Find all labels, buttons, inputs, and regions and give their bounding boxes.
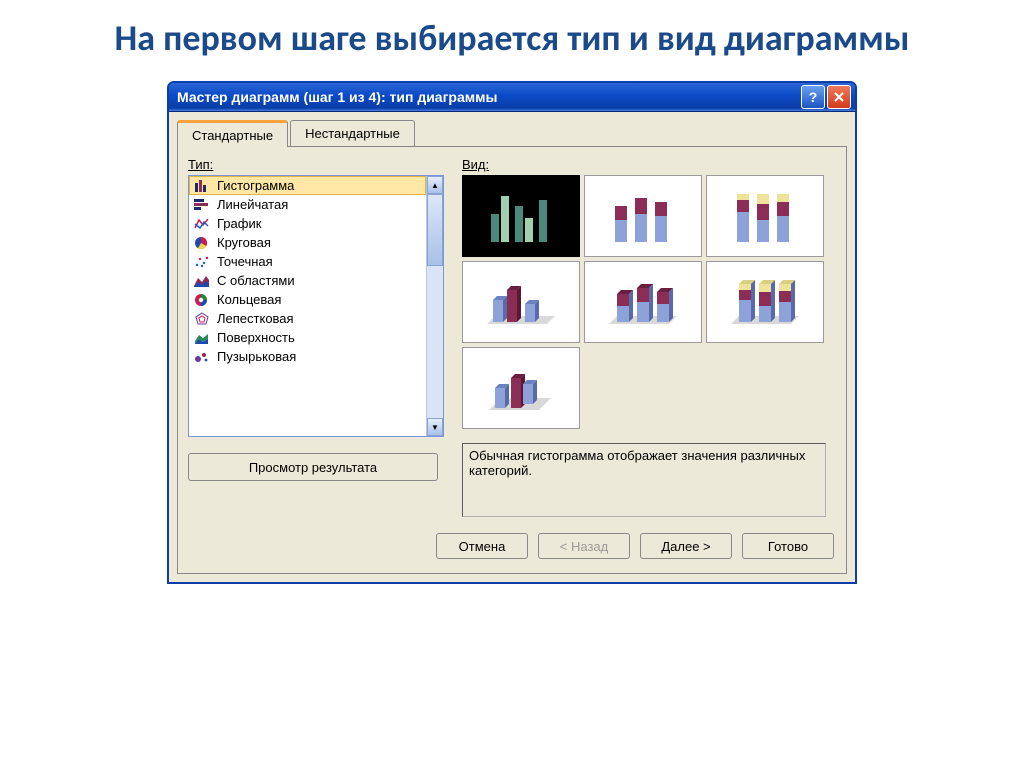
type-item-label: Круговая: [217, 235, 271, 250]
preview-result-button[interactable]: Просмотр результата: [188, 453, 438, 481]
radar-icon: [193, 311, 211, 326]
subtype-description: Обычная гистограмма отображает значения …: [462, 443, 826, 517]
type-label: Тип:: [188, 157, 444, 172]
type-item-area[interactable]: С областями: [189, 271, 426, 290]
tab-standard[interactable]: Стандартные: [177, 120, 288, 147]
finish-button[interactable]: Готово: [742, 533, 834, 559]
pie-icon: [193, 235, 211, 250]
type-item-label: Кольцевая: [217, 292, 281, 307]
scroll-track[interactable]: [427, 266, 443, 418]
surface-icon: [193, 330, 211, 345]
close-icon: [833, 91, 845, 103]
type-item-doughnut[interactable]: Кольцевая: [189, 290, 426, 309]
titlebar[interactable]: Мастер диаграмм (шаг 1 из 4): тип диагра…: [169, 83, 855, 112]
next-button[interactable]: Далее >: [640, 533, 732, 559]
bubble-icon: [193, 349, 211, 364]
close-button[interactable]: [827, 85, 851, 109]
type-item-label: С областями: [217, 273, 295, 288]
type-item-label: Линейчатая: [217, 197, 288, 212]
type-item-label: Гистограмма: [217, 178, 294, 193]
histogram-icon: [193, 178, 211, 193]
type-item-bar-h[interactable]: Линейчатая: [189, 195, 426, 214]
doughnut-icon: [193, 292, 211, 307]
line-icon: [193, 216, 211, 231]
chart-wizard-dialog: Мастер диаграмм (шаг 1 из 4): тип диагра…: [167, 81, 857, 584]
type-item-pie[interactable]: Круговая: [189, 233, 426, 252]
bar-horizontal-icon: [193, 197, 211, 212]
type-item-histogram[interactable]: Гистограмма: [189, 176, 426, 195]
scroll-down-button[interactable]: ▼: [427, 418, 443, 436]
subtype-stacked100-column[interactable]: [706, 175, 824, 257]
help-button[interactable]: ?: [801, 85, 825, 109]
scroll-thumb[interactable]: [427, 194, 443, 266]
type-list-scrollbar[interactable]: ▲ ▼: [426, 176, 443, 436]
scroll-up-button[interactable]: ▲: [427, 176, 443, 194]
type-item-label: Лепестковая: [217, 311, 294, 326]
chart-subtype-grid: [462, 175, 824, 429]
back-button: < Назад: [538, 533, 630, 559]
area-icon: [193, 273, 211, 288]
slide-heading: На первом шаге выбирается тип и вид диаг…: [0, 0, 1024, 59]
subtype-3d-column[interactable]: [462, 347, 580, 429]
type-item-line[interactable]: График: [189, 214, 426, 233]
subtype-clustered-column[interactable]: [462, 175, 580, 257]
subtype-label: Вид:: [462, 157, 836, 172]
subtype-3d-stacked-column[interactable]: [584, 261, 702, 343]
type-item-radar[interactable]: Лепестковая: [189, 309, 426, 328]
type-item-label: Точечная: [217, 254, 273, 269]
type-item-bubble[interactable]: Пузырьковая: [189, 347, 426, 366]
type-item-label: График: [217, 216, 261, 231]
chart-type-list[interactable]: Гистограмма Линейчатая: [188, 175, 444, 437]
cancel-button[interactable]: Отмена: [436, 533, 528, 559]
type-item-label: Поверхность: [217, 330, 295, 345]
tab-custom[interactable]: Нестандартные: [290, 120, 415, 147]
type-item-scatter[interactable]: Точечная: [189, 252, 426, 271]
subtype-stacked-column[interactable]: [584, 175, 702, 257]
type-item-surface[interactable]: Поверхность: [189, 328, 426, 347]
subtype-3d-stacked100-column[interactable]: [706, 261, 824, 343]
titlebar-text: Мастер диаграмм (шаг 1 из 4): тип диагра…: [177, 89, 799, 105]
scatter-icon: [193, 254, 211, 269]
type-item-label: Пузырьковая: [217, 349, 296, 364]
subtype-3d-clustered-column[interactable]: [462, 261, 580, 343]
